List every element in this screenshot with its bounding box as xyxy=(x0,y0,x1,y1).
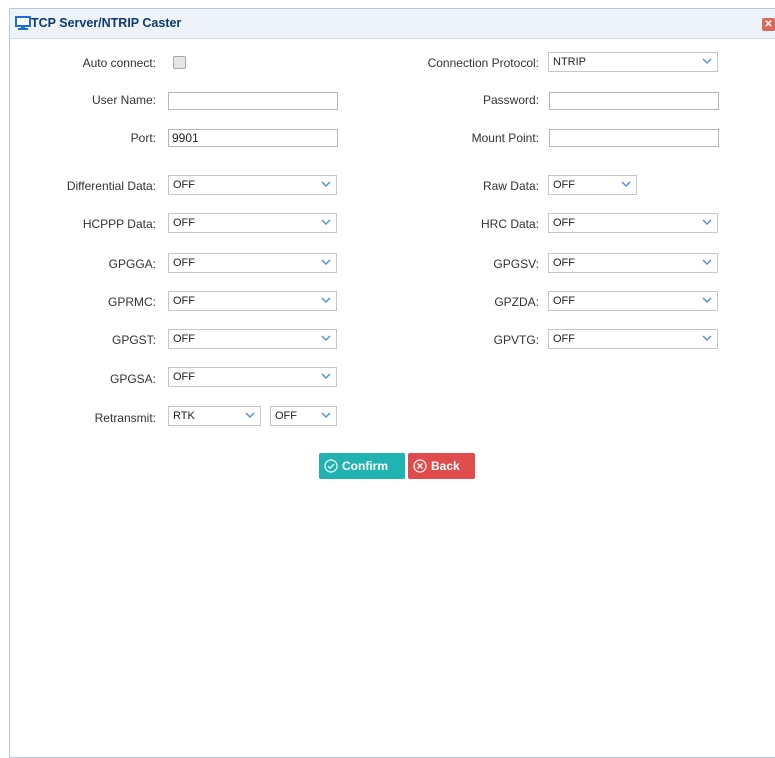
chevron-down-icon xyxy=(702,219,712,226)
chevron-down-icon xyxy=(621,181,631,188)
hrc-data-label: HRC Data: xyxy=(480,217,539,231)
gprmc-select[interactable]: OFF xyxy=(168,291,337,311)
gpgst-select[interactable]: OFF xyxy=(168,329,337,349)
user-name-label: User Name: xyxy=(91,93,156,107)
chevron-down-icon xyxy=(321,297,331,304)
port-field[interactable] xyxy=(168,129,338,147)
hcppp-data-select[interactable]: OFF xyxy=(168,213,337,233)
gpgsv-select[interactable]: OFF xyxy=(548,253,718,273)
monitor-icon xyxy=(15,16,31,30)
gpzda-select[interactable]: OFF xyxy=(548,291,718,311)
chevron-down-icon xyxy=(702,335,712,342)
chevron-down-icon xyxy=(702,58,712,65)
retransmit-type-select[interactable]: RTK xyxy=(168,406,261,426)
gprmc-label: GPRMC: xyxy=(108,295,156,309)
chevron-down-icon xyxy=(702,259,712,266)
mount-point-field[interactable] xyxy=(549,129,719,147)
differential-data-select[interactable]: OFF xyxy=(168,175,337,195)
chevron-down-icon xyxy=(321,219,331,226)
connection-protocol-label: Connection Protocol: xyxy=(427,56,539,70)
close-icon[interactable]: ✕ xyxy=(762,18,775,31)
gpgga-label: GPGGA: xyxy=(108,257,156,271)
confirm-button[interactable]: Confirm xyxy=(319,453,405,479)
gpgga-select[interactable]: OFF xyxy=(168,253,337,273)
auto-connect-checkbox[interactable] xyxy=(173,56,186,69)
gpvtg-select[interactable]: OFF xyxy=(548,329,718,349)
user-name-field[interactable] xyxy=(168,92,338,110)
gpgsa-label: GPGSA: xyxy=(109,372,156,386)
chevron-down-icon xyxy=(321,335,331,342)
retransmit-state-select[interactable]: OFF xyxy=(270,406,337,426)
auto-connect-label: Auto connect: xyxy=(82,56,156,70)
dialog-title-bar: TCP Server/NTRIP Caster ✕ xyxy=(10,9,775,39)
password-label: Password: xyxy=(482,93,539,107)
hcppp-data-label: HCPPP Data: xyxy=(82,217,156,231)
gpvtg-label: GPVTG: xyxy=(493,333,539,347)
hrc-data-select[interactable]: OFF xyxy=(548,213,718,233)
chevron-down-icon xyxy=(321,412,331,419)
cancel-circle-icon xyxy=(413,459,427,473)
raw-data-select[interactable]: OFF xyxy=(548,175,637,195)
chevron-down-icon xyxy=(321,373,331,380)
gpgst-label: GPGST: xyxy=(111,333,156,347)
chevron-down-icon xyxy=(702,297,712,304)
back-button[interactable]: Back xyxy=(408,453,475,479)
differential-data-label: Differential Data: xyxy=(66,179,156,193)
gpzda-label: GPZDA: xyxy=(494,295,539,309)
password-field[interactable] xyxy=(549,92,719,110)
chevron-down-icon xyxy=(245,412,255,419)
mount-point-label: Mount Point: xyxy=(471,131,539,145)
gpgsa-select[interactable]: OFF xyxy=(168,367,337,387)
dialog-title: TCP Server/NTRIP Caster xyxy=(31,16,182,30)
chevron-down-icon xyxy=(321,181,331,188)
port-label: Port: xyxy=(130,131,156,145)
gpgsv-label: GPGSV: xyxy=(493,257,539,271)
chevron-down-icon xyxy=(321,259,331,266)
retransmit-label: Retransmit: xyxy=(94,411,156,425)
check-circle-icon xyxy=(324,459,338,473)
connection-protocol-select[interactable]: NTRIP xyxy=(548,52,718,72)
raw-data-label: Raw Data: xyxy=(482,179,539,193)
